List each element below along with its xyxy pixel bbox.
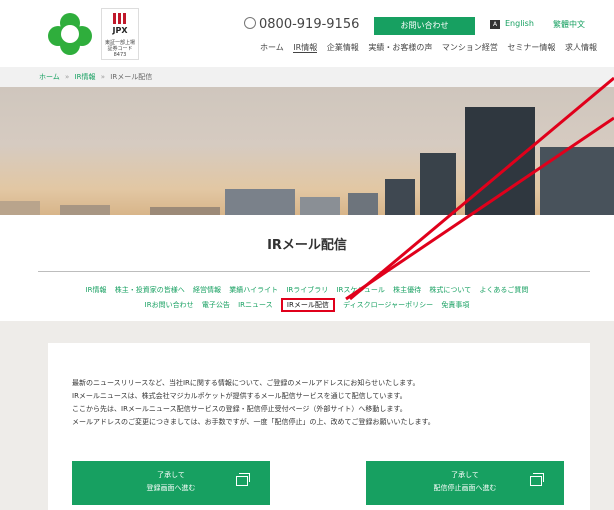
ir-subnav-row2: IRお問い合わせ 電子公告 IRニュース IRメール配信 ディスクロージャーポリ… (0, 298, 614, 312)
main-nav: ホーム IR情報 企業情報 実績・お客様の声 マンション経営 セミナー情報 求人… (260, 42, 604, 53)
breadcrumb: ホーム » IR情報 » IRメール配信 (0, 67, 614, 87)
company-logo[interactable] (45, 11, 95, 57)
site-header: JPX 東証一部上場 証券コード8473 0800-919-9156 お問い合わ… (0, 0, 614, 66)
nav-mansion[interactable]: マンション経営 (442, 43, 498, 52)
breadcrumb-home[interactable]: ホーム (39, 73, 60, 81)
content-card: 最新のニュースリリースなど、当社IRに関する情報について、ご登録のメールアドレス… (48, 343, 590, 510)
intro-line: 最新のニュースリリースなど、当社IRに関する情報について、ご登録のメールアドレス… (72, 379, 420, 387)
language-icon: A (490, 20, 500, 29)
nav-recruit[interactable]: 求人情報 (565, 43, 597, 52)
subnav-shareholders[interactable]: 株主・投資家の皆様へ (115, 286, 185, 294)
breadcrumb-current: IRメール配信 (110, 73, 153, 81)
subnav-public-notice[interactable]: 電子公告 (202, 301, 230, 309)
jpx-title: JPX (112, 26, 128, 35)
phone-icon (244, 17, 256, 29)
subnav-divider (38, 271, 590, 272)
subnav-library[interactable]: IRライブラリ (286, 286, 328, 294)
hero-cityscape-image (0, 87, 614, 215)
register-button[interactable]: 了承して 登録画面へ進む (72, 461, 270, 505)
subnav-ir-info[interactable]: IR情報 (86, 286, 107, 294)
external-window-icon (236, 473, 250, 486)
intro-line: ここから先は、IRメールニュース配信サービスの登録・配信停止受付ページ（外部サイ… (72, 405, 407, 413)
lang-english-link[interactable]: English (505, 19, 534, 28)
external-window-icon (530, 473, 544, 486)
nav-seminar[interactable]: セミナー情報 (507, 43, 555, 52)
nav-ir[interactable]: IR情報 (293, 43, 318, 53)
phone-number[interactable]: 0800-919-9156 (244, 17, 359, 32)
nav-home[interactable]: ホーム (260, 43, 284, 52)
jpx-badge: JPX 東証一部上場 証券コード8473 (101, 8, 139, 60)
subnav-disclaimer[interactable]: 免責事項 (441, 301, 469, 309)
unsubscribe-button[interactable]: 了承して 配信停止画面へ進む (366, 461, 564, 505)
lang-chinese-link[interactable]: 繁體中文 (553, 19, 585, 30)
subnav-schedule[interactable]: IRスケジュール (336, 286, 384, 294)
ir-subnav-row1: IR情報 株主・投資家の皆様へ 経営情報 業績ハイライト IRライブラリ IRス… (0, 285, 614, 295)
subnav-disclosure[interactable]: ディスクロージャーポリシー (343, 301, 433, 309)
subnav-benefits[interactable]: 株主優待 (393, 286, 421, 294)
intro-line: メールアドレスのご変更につきましては、お手数ですが、一度「配信停止」の上、改めて… (72, 418, 435, 426)
intro-line: IRメールニュースは、株式会社マジカルポケットが提供するメール配信サービスを通じ… (72, 392, 407, 400)
subnav-management[interactable]: 経営情報 (193, 286, 221, 294)
subnav-highlights[interactable]: 業績ハイライト (229, 286, 278, 294)
breadcrumb-separator: » (100, 73, 106, 81)
contact-button[interactable]: お問い合わせ (374, 17, 475, 35)
subnav-faq[interactable]: よくあるご質問 (479, 286, 528, 294)
subnav-ir-contact[interactable]: IRお問い合わせ (145, 301, 194, 309)
intro-text: 最新のニュースリリースなど、当社IRに関する情報について、ご登録のメールアドレス… (72, 377, 435, 429)
subnav-ir-mail[interactable]: IRメール配信 (280, 298, 335, 312)
phone-text: 0800-919-9156 (259, 17, 360, 32)
breadcrumb-separator: » (65, 73, 70, 81)
jpx-subtitle: 東証一部上場 証券コード8473 (104, 40, 135, 58)
subnav-ir-news[interactable]: IRニュース (238, 301, 273, 309)
breadcrumb-ir[interactable]: IR情報 (75, 73, 96, 81)
nav-voice[interactable]: 実績・お客様の声 (368, 43, 432, 52)
page-title: IRメール配信 (267, 238, 347, 253)
nav-company[interactable]: 企業情報 (327, 43, 359, 52)
subnav-stock[interactable]: 株式について (429, 286, 471, 294)
clover-logo-icon (48, 13, 92, 55)
